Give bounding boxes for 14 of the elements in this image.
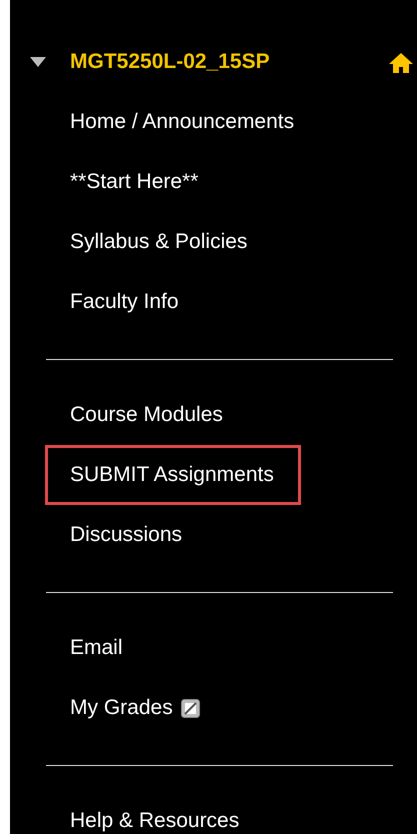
menu-link[interactable]: My Grades xyxy=(45,678,227,738)
menu-link[interactable]: Syllabus & Policies xyxy=(45,212,274,272)
home-icon[interactable] xyxy=(388,52,414,74)
menu-link[interactable]: Course Modules xyxy=(45,385,250,445)
menu-link[interactable]: Help & Resources xyxy=(45,791,266,834)
caret-icon[interactable] xyxy=(30,57,46,67)
grades-icon xyxy=(180,698,200,718)
menu-link[interactable]: Faculty Info xyxy=(45,272,206,332)
menu-link[interactable]: Email xyxy=(45,618,150,678)
course-title[interactable]: MGT5250L-02_15SP xyxy=(70,50,270,74)
menu-link[interactable]: **Start Here** xyxy=(45,152,226,212)
menu-link[interactable]: Home / Announcements xyxy=(45,92,322,152)
menu-link[interactable]: Discussions xyxy=(45,505,210,565)
menu-link[interactable]: SUBMIT Assignments xyxy=(45,445,301,505)
